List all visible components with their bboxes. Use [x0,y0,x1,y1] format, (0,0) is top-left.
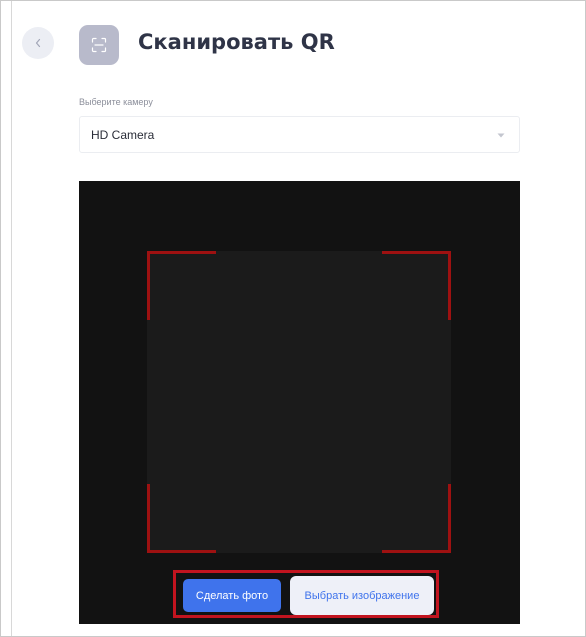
scan-frame-corner-top-right [382,251,451,320]
qr-scan-area [147,251,451,553]
camera-preview: Сделать фото Выбрать изображение [79,181,520,624]
take-photo-button[interactable]: Сделать фото [183,579,281,612]
app-window: Сканировать QR Выберите камеру HD Camera… [0,0,586,637]
camera-select[interactable]: HD Camera [79,116,520,153]
back-button[interactable] [22,27,54,59]
camera-select-value: HD Camera [91,128,155,142]
scan-frame-corner-top-left [147,251,216,320]
qr-scan-badge [79,25,119,65]
camera-select-label: Выберите камеру [79,97,153,107]
side-divider [11,1,12,636]
chevron-down-icon [497,133,505,138]
choose-image-button[interactable]: Выбрать изображение [290,576,434,615]
scan-frame-corner-bottom-right [382,484,451,553]
camera-actions-highlight: Сделать фото Выбрать изображение [173,570,439,618]
scan-frame-corner-bottom-left [147,484,216,553]
qr-scan-icon [91,37,107,53]
page-title: Сканировать QR [138,30,335,54]
chevron-left-icon [35,38,41,48]
